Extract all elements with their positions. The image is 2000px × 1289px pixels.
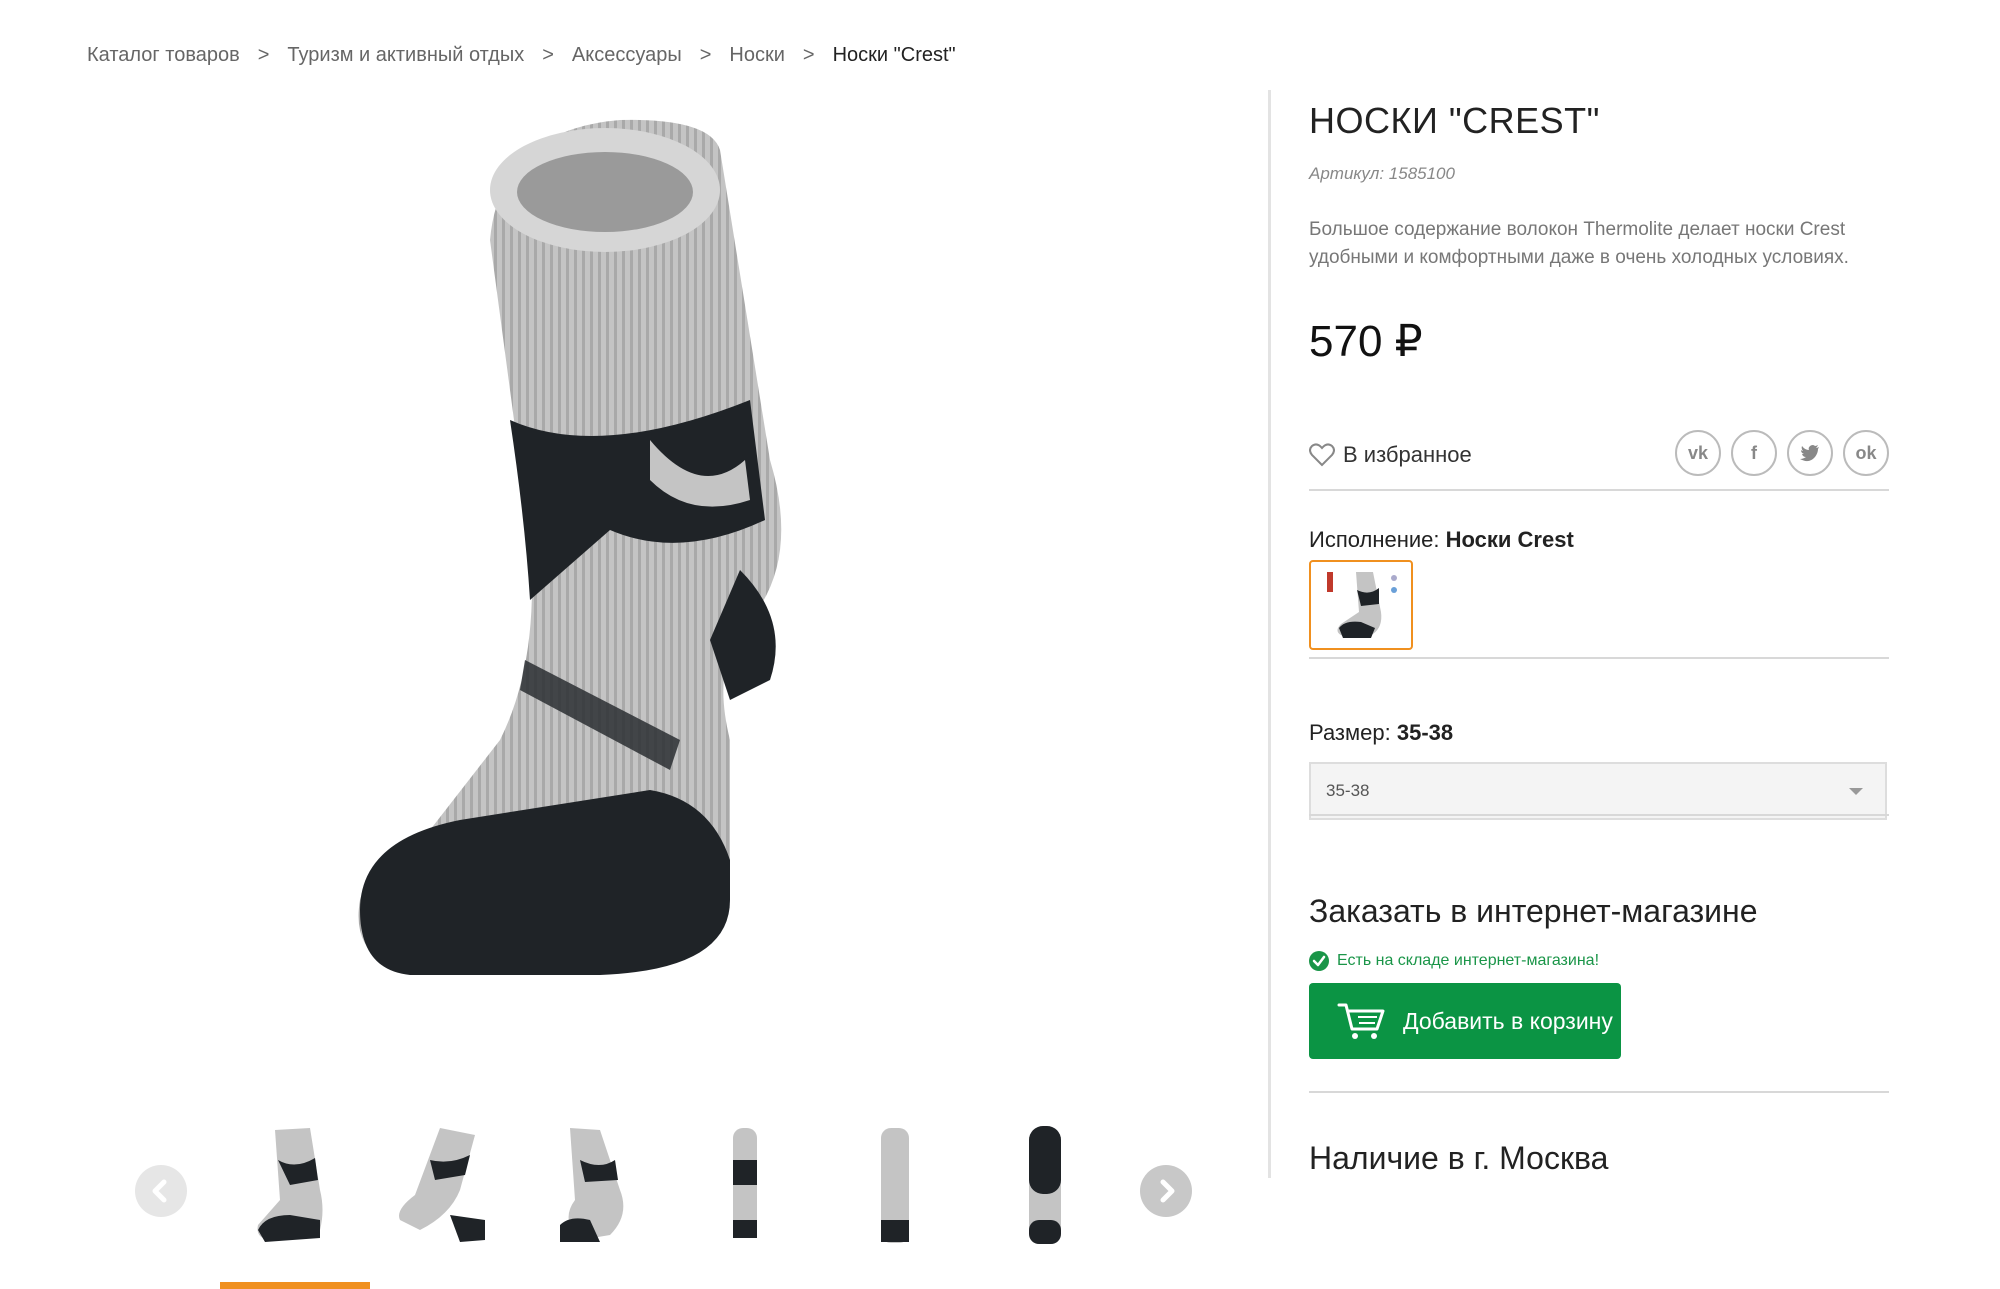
social-share-buttons: vk f ok — [1675, 430, 1889, 476]
breadcrumb-catalog[interactable]: Каталог товаров — [87, 44, 240, 67]
sock-thumbnail — [881, 1128, 909, 1243]
add-to-cart-label: Добавить в корзину — [1403, 1007, 1613, 1034]
active-thumbnail-indicator — [220, 1282, 370, 1289]
sock-thumbnail — [399, 1128, 485, 1242]
chevron-right-icon: > — [699, 44, 712, 66]
size-select[interactable]: 35-38 — [1309, 762, 1887, 820]
product-title: НОСКИ "CREST" — [1309, 100, 1600, 141]
add-to-cart-button[interactable]: Добавить в корзину — [1309, 983, 1621, 1059]
divider — [1309, 814, 1889, 816]
breadcrumb-socks[interactable]: Носки — [729, 44, 785, 67]
vk-share-button[interactable]: vk — [1675, 430, 1721, 476]
product-info: НОСКИ "CREST" Артикул: 1585100 Большое с… — [1309, 100, 1889, 367]
check-circle-icon — [1309, 951, 1329, 971]
thumbnail-2[interactable] — [370, 1120, 520, 1260]
facebook-icon: f — [1751, 442, 1757, 463]
favorites-label: В избранное — [1343, 442, 1472, 467]
thumbnail-5[interactable] — [820, 1120, 970, 1260]
product-gallery — [0, 90, 1270, 1289]
thumbnail-1[interactable] — [220, 1120, 370, 1260]
breadcrumb-accessories[interactable]: Аксессуары — [572, 44, 682, 67]
caret-down-icon — [1849, 788, 1863, 795]
column-divider — [1268, 90, 1271, 1178]
divider — [1309, 1091, 1889, 1093]
sock-image — [358, 119, 782, 975]
facebook-share-button[interactable]: f — [1731, 430, 1777, 476]
product-price: 570 ₽ — [1309, 317, 1423, 366]
sock-thumbnail — [1029, 1126, 1061, 1244]
product-sku: Артикул: 1585100 — [1309, 164, 1455, 183]
breadcrumb-current: Носки "Crest" — [832, 44, 956, 66]
size-label: Размер: 35-38 — [1309, 720, 1454, 745]
stock-status: Есть на складе интернет-магазина! — [1309, 951, 1599, 971]
divider — [1309, 657, 1889, 659]
sock-thumbnail — [733, 1128, 757, 1238]
ok-icon: ok — [1855, 442, 1877, 463]
add-to-favorites-button[interactable]: В избранное — [1309, 442, 1472, 468]
favorites-share-row: В избранное vk f ok — [1309, 430, 1889, 490]
thumbnail-4[interactable] — [670, 1120, 820, 1260]
breadcrumb: Каталог товаров > Туризм и активный отды… — [87, 44, 956, 67]
sock-thumbnail — [560, 1128, 624, 1242]
divider — [1309, 489, 1889, 491]
stock-text: Есть на складе интернет-магазина! — [1337, 952, 1600, 969]
variant-value: Носки Crest — [1445, 527, 1574, 552]
cart-icon — [1337, 1003, 1385, 1039]
breadcrumb-tourism[interactable]: Туризм и активный отдых — [287, 44, 524, 67]
variant-option-crest[interactable] — [1309, 560, 1413, 650]
chevron-right-icon: > — [257, 44, 270, 66]
sock-thumbnail — [257, 1128, 323, 1242]
availability-title: Наличие в г. Москва — [1309, 1140, 1609, 1176]
ok-share-button[interactable]: ok — [1843, 430, 1889, 476]
thumbnail-carousel — [0, 1025, 1270, 1289]
heart-icon — [1309, 443, 1335, 467]
chevron-left-icon — [152, 1179, 167, 1203]
main-product-image[interactable] — [350, 100, 990, 980]
order-section-title: Заказать в интернет-магазине — [1309, 893, 1758, 929]
carousel-next-button[interactable] — [1140, 1165, 1192, 1217]
vk-icon: vk — [1687, 442, 1709, 463]
thumbnail-6[interactable] — [970, 1120, 1120, 1260]
twitter-icon — [1800, 445, 1819, 462]
product-description: Большое содержание волокон Thermolite де… — [1309, 219, 1849, 268]
chevron-right-icon: > — [542, 44, 554, 66]
chevron-right-icon — [1160, 1179, 1175, 1203]
size-value: 35-38 — [1396, 720, 1454, 745]
size-selected-value: 35-38 — [1326, 781, 1370, 800]
twitter-share-button[interactable] — [1787, 430, 1833, 476]
carousel-prev-button[interactable] — [135, 1165, 187, 1217]
thumbnail-3[interactable] — [520, 1120, 670, 1260]
variant-label: Исполнение: Носки Crest — [1309, 527, 1574, 552]
sock-thumbnail — [1327, 572, 1397, 638]
chevron-right-icon: > — [802, 44, 815, 66]
